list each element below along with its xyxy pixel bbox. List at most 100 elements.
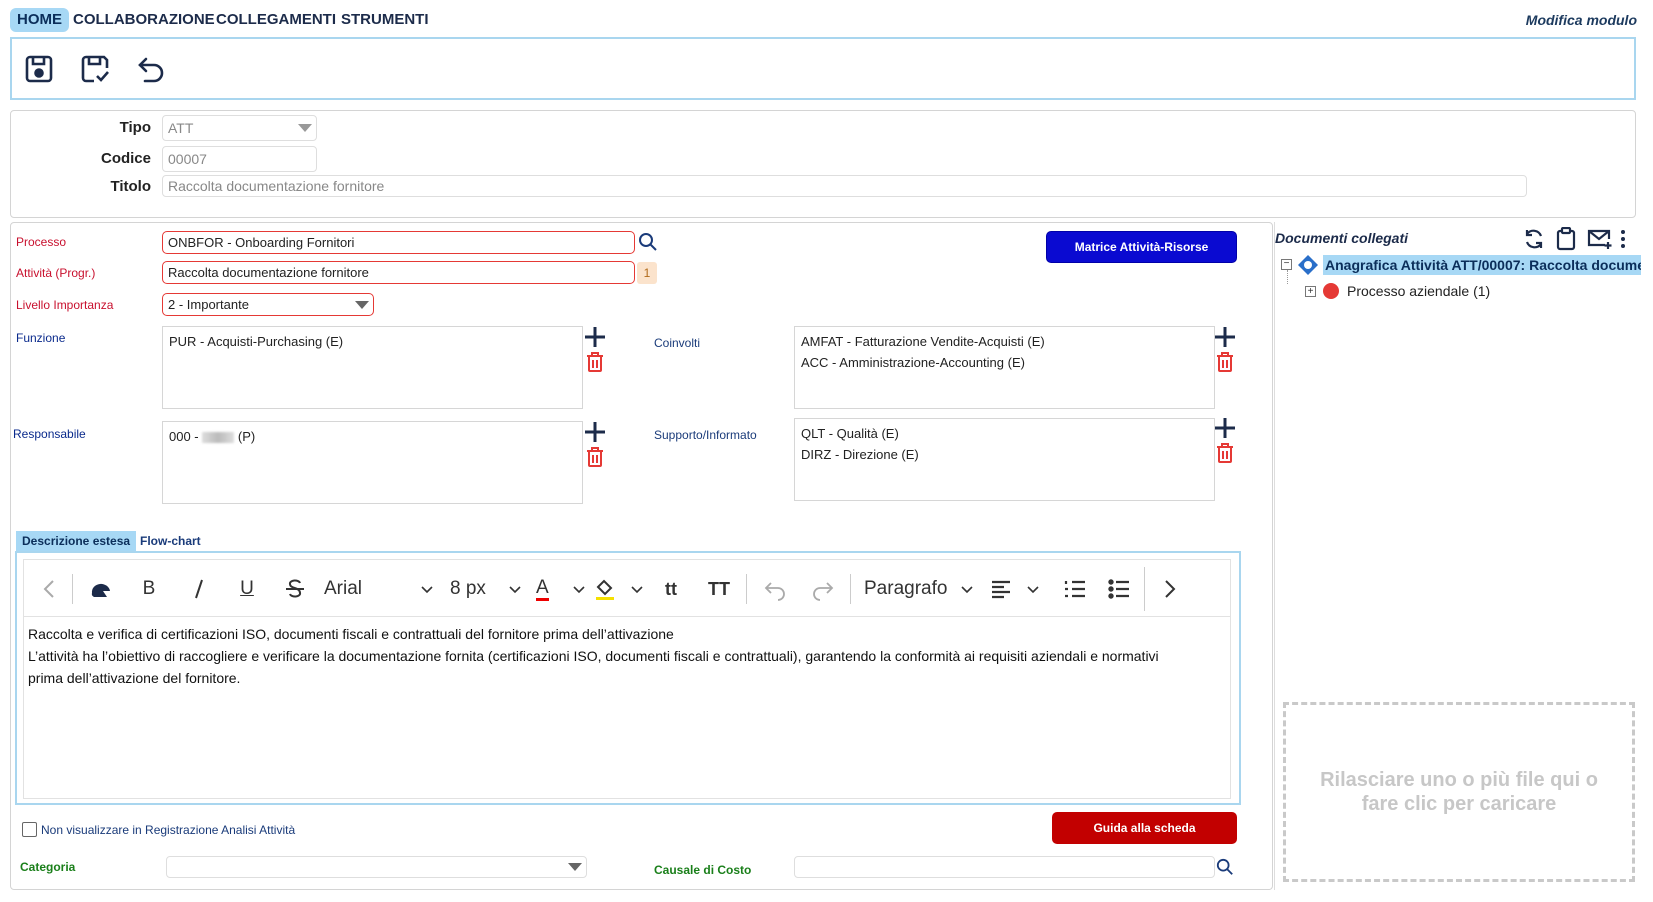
menu-home[interactable]: HOME [10, 8, 69, 32]
supporto-list[interactable]: QLT - Qualità (E) DIRZ - Direzione (E) [794, 418, 1215, 501]
clear-format-icon[interactable] [86, 574, 116, 604]
hide-checkbox[interactable] [22, 822, 37, 837]
supporto-label: Supporto/Informato [654, 428, 757, 442]
undo-icon[interactable] [134, 51, 168, 87]
highlight-button[interactable] [594, 574, 644, 604]
menu-collegamenti[interactable]: COLLEGAMENTI [209, 8, 343, 32]
scroll-right-icon[interactable] [1156, 574, 1182, 604]
mail-add-icon[interactable] [1587, 228, 1613, 250]
add-responsabile-button[interactable] [584, 421, 606, 448]
progr-badge: 1 [637, 262, 657, 284]
list-item[interactable]: AMFAT - Fatturazione Vendite-Acquisti (E… [801, 331, 1208, 352]
delete-funzione-button[interactable] [586, 351, 604, 378]
livello-select[interactable]: 2 - Importante [162, 293, 374, 316]
tipo-select[interactable]: ATT [162, 115, 317, 141]
list-item[interactable]: PUR - Acquisti-Purchasing (E) [169, 331, 576, 352]
text-color-button[interactable]: A [536, 574, 586, 604]
menu-collaborazione[interactable]: COLLABORAZIONE [66, 8, 222, 32]
editor-line: prima dell’attivazione del fornitore. [28, 670, 241, 686]
undo-icon[interactable] [760, 574, 790, 604]
text-transform-icon[interactable]: TT [704, 574, 734, 604]
collapse-toggle[interactable]: − [1281, 259, 1292, 270]
trash-icon [1217, 352, 1233, 372]
save-and-close-icon[interactable] [78, 51, 112, 87]
plus-icon [585, 327, 605, 347]
text-color-icon: A [536, 577, 549, 601]
titolo-label: Titolo [110, 178, 151, 195]
trash-icon [587, 352, 603, 372]
dropzone-text: Rilasciare uno o più file qui o fare cli… [1320, 769, 1598, 815]
align-button[interactable] [990, 574, 1040, 604]
tree-child-node[interactable]: Processo aziendale (1) [1347, 281, 1490, 301]
responsabile-list[interactable]: 000 - (P) [162, 421, 583, 504]
processo-field[interactable]: ONBFOR - Onboarding Fornitori [162, 231, 635, 254]
plus-icon [585, 422, 605, 442]
search-icon[interactable] [1216, 858, 1234, 876]
funzione-list[interactable]: PUR - Acquisti-Purchasing (E) [162, 326, 583, 409]
font-size-select[interactable]: 8 px [450, 574, 522, 604]
attivita-field[interactable]: Raccolta documentazione fornitore [162, 261, 635, 284]
chevron-down-icon [421, 586, 433, 594]
ordered-list-icon[interactable] [1060, 574, 1090, 604]
coinvolti-label: Coinvolti [654, 336, 701, 350]
paragraph-select[interactable]: Paragrafo [864, 574, 974, 604]
separator [850, 574, 851, 604]
italic-icon[interactable] [184, 574, 214, 604]
file-dropzone[interactable]: Rilasciare uno o più file qui o fare cli… [1283, 702, 1635, 882]
funzione-label: Funzione [16, 331, 66, 345]
align-left-icon [992, 580, 1010, 599]
matrice-button[interactable]: Matrice Attività-Risorse [1046, 231, 1237, 263]
line-height-icon[interactable]: tt [656, 574, 686, 604]
causale-label: Causale di Costo [654, 863, 752, 877]
causale-field[interactable] [794, 856, 1215, 878]
attivita-label: Attività (Progr.) [16, 266, 96, 280]
list-item[interactable]: QLT - Qualità (E) [801, 423, 1208, 444]
bullet-list-icon[interactable] [1104, 574, 1134, 604]
menu-strumenti[interactable]: STRUMENTI [334, 8, 436, 32]
action-toolbar [10, 37, 1636, 100]
scroll-left-icon[interactable] [38, 574, 62, 604]
list-item[interactable]: ACC - Amministrazione-Accounting (E) [801, 352, 1208, 373]
refresh-icon[interactable] [1523, 228, 1545, 250]
blurred-name [202, 432, 235, 444]
coinvolti-list[interactable]: AMFAT - Fatturazione Vendite-Acquisti (E… [794, 326, 1215, 409]
tab-flowchart[interactable]: Flow-chart [134, 531, 207, 551]
underline-icon[interactable]: U [232, 574, 262, 604]
editor-content[interactable]: Raccolta e verifica di certificazioni IS… [23, 617, 1231, 799]
save-icon[interactable] [22, 51, 56, 87]
chevron-down-icon [355, 301, 369, 309]
add-funzione-button[interactable] [584, 326, 606, 353]
list-item[interactable]: DIRZ - Direzione (E) [801, 444, 1208, 465]
documents-panel: Documenti collegati − Anagrafica Attivit… [1274, 222, 1641, 890]
guida-button[interactable]: Guida alla scheda [1052, 812, 1237, 844]
add-supporto-button[interactable] [1214, 417, 1236, 444]
header-panel: Tipo ATT Codice 00007 Titolo Raccolta do… [10, 110, 1636, 218]
bold-icon[interactable]: B [134, 574, 164, 604]
categoria-select[interactable] [166, 856, 587, 878]
add-coinvolti-button[interactable] [1214, 326, 1236, 353]
expand-toggle[interactable]: + [1305, 286, 1316, 297]
clipboard-icon[interactable] [1555, 226, 1577, 251]
delete-responsabile-button[interactable] [586, 446, 604, 473]
chevron-down-icon [568, 863, 582, 871]
more-options-icon[interactable] [1620, 228, 1628, 250]
list-item[interactable]: 000 - (P) [169, 426, 576, 447]
font-family-select[interactable]: Arial [324, 574, 434, 604]
codice-label: Codice [100, 150, 151, 167]
rich-text-editor: B U Arial 8 px A tt TT Paragrafo Raccolt… [15, 551, 1241, 805]
redo-icon[interactable] [808, 574, 838, 604]
livello-label: Livello Importanza [16, 298, 114, 312]
strikethrough-icon[interactable] [280, 574, 310, 604]
titolo-field[interactable]: Raccolta documentazione fornitore [162, 175, 1527, 197]
search-icon[interactable] [638, 232, 658, 252]
codice-field[interactable]: 00007 [162, 146, 317, 172]
chevron-down-icon [961, 586, 973, 594]
tab-descrizione[interactable]: Descrizione estesa [16, 531, 137, 551]
delete-coinvolti-button[interactable] [1216, 351, 1234, 378]
tipo-value: ATT [168, 120, 194, 136]
editor-line: Raccolta e verifica di certificazioni IS… [28, 626, 674, 642]
delete-supporto-button[interactable] [1216, 442, 1234, 469]
tree-root-node[interactable]: Anagrafica Attività ATT/00007: Raccolta … [1323, 255, 1641, 275]
separator [72, 574, 73, 604]
docs-title: Documenti collegati [1275, 230, 1409, 246]
